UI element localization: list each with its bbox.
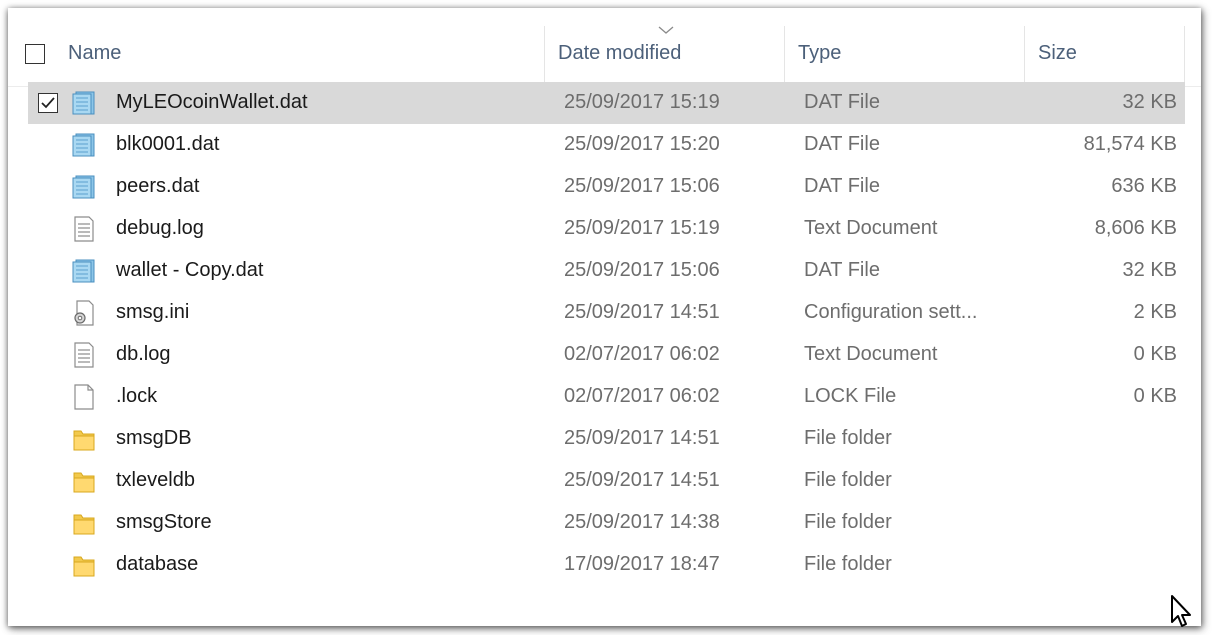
file-row[interactable]: database 17/09/2017 18:47 File folder [28, 544, 1185, 586]
text-document-icon [70, 341, 98, 369]
file-name: db.log [116, 343, 171, 365]
file-row[interactable]: smsgStore 25/09/2017 14:38 File folder [28, 502, 1185, 544]
folder-icon [70, 425, 98, 453]
date-modified: 02/07/2017 06:02 [564, 343, 720, 365]
file-type: DAT File [804, 259, 880, 281]
dat-file-icon [70, 173, 98, 201]
column-divider[interactable] [1184, 26, 1185, 86]
file-row[interactable]: smsg.ini 25/09/2017 14:51 Configuration se… [28, 292, 1185, 334]
file-name: smsg.ini [116, 301, 190, 323]
file-type: File folder [804, 511, 892, 533]
file-size: 2 KB [1133, 301, 1177, 323]
file-type: LOCK File [804, 385, 897, 407]
folder-icon [70, 467, 98, 495]
file-name: smsgDB [116, 427, 192, 449]
file-size: 8,606 KB [1094, 217, 1177, 239]
file-row[interactable]: smsgDB 25/09/2017 14:51 File folder [28, 418, 1185, 460]
checkmark-icon [41, 97, 55, 109]
file-name: peers.dat [116, 175, 200, 197]
column-divider[interactable] [1024, 26, 1025, 86]
folder-icon [70, 509, 98, 537]
text-document-icon [70, 215, 98, 243]
date-modified: 25/09/2017 15:06 [564, 259, 720, 281]
column-header-bar: Name Date modified Type Size [8, 18, 1201, 87]
file-size: 32 KB [1122, 91, 1177, 113]
date-modified: 25/09/2017 15:20 [564, 133, 720, 155]
file-row[interactable]: db.log 02/07/2017 06:02 Text Document 0 KB [28, 334, 1185, 376]
file-size: 0 KB [1133, 385, 1177, 407]
file-size: 636 KB [1111, 175, 1177, 197]
file-name: debug.log [116, 217, 204, 239]
column-divider[interactable] [544, 26, 545, 86]
folder-icon [70, 551, 98, 579]
dat-file-icon [70, 131, 98, 159]
date-modified: 25/09/2017 14:51 [564, 427, 720, 449]
file-list-panel: Name Date modified Type Size MyLEOcoinWa… [8, 8, 1201, 626]
file-row[interactable]: debug.log 25/09/2017 15:19 Text Document 8,… [28, 208, 1185, 250]
file-name: MyLEOcoinWallet.dat [116, 91, 308, 113]
sort-chevron-icon [658, 26, 674, 34]
file-type: DAT File [804, 175, 880, 197]
file-type: File folder [804, 553, 892, 575]
file-row[interactable]: MyLEOcoinWallet.dat 25/09/2017 15:19 DAT F… [28, 82, 1185, 124]
file-row[interactable]: blk0001.dat 25/09/2017 15:20 DAT File 81,57… [28, 124, 1185, 166]
date-modified: 25/09/2017 14:38 [564, 511, 720, 533]
file-name: smsgStore [116, 511, 212, 533]
file-row[interactable]: peers.dat 25/09/2017 15:06 DAT File 636 KB [28, 166, 1185, 208]
select-all-checkbox[interactable] [25, 44, 45, 64]
column-header-type[interactable]: Type [798, 42, 841, 65]
column-header-size[interactable]: Size [1038, 42, 1077, 65]
file-type: Text Document [804, 217, 938, 239]
mouse-cursor-icon [1171, 595, 1191, 627]
date-modified: 25/09/2017 14:51 [564, 301, 720, 323]
file-row[interactable]: txleveldb 25/09/2017 14:51 File folder [28, 460, 1185, 502]
date-modified: 02/07/2017 06:02 [564, 385, 720, 407]
row-checkbox[interactable] [38, 93, 58, 113]
file-type: File folder [804, 469, 892, 491]
blank-file-icon [70, 383, 98, 411]
file-name: wallet - Copy.dat [116, 259, 264, 281]
file-type: DAT File [804, 91, 880, 113]
file-name: txleveldb [116, 469, 195, 491]
file-name: .lock [116, 385, 158, 407]
dat-file-icon [70, 89, 98, 117]
date-modified: 25/09/2017 15:19 [564, 217, 720, 239]
file-size: 32 KB [1122, 259, 1177, 281]
file-size: 0 KB [1133, 343, 1177, 365]
file-type: Configuration sett... [804, 301, 978, 323]
file-name: blk0001.dat [116, 133, 220, 155]
file-name: database [116, 553, 199, 575]
date-modified: 25/09/2017 15:19 [564, 91, 720, 113]
date-modified: 25/09/2017 15:06 [564, 175, 720, 197]
column-header-name[interactable]: Name [68, 42, 121, 65]
file-size: 81,574 KB [1083, 133, 1177, 155]
file-row[interactable]: wallet - Copy.dat 25/09/2017 15:06 DAT Fil… [28, 250, 1185, 292]
dat-file-icon [70, 257, 98, 285]
file-type: DAT File [804, 133, 880, 155]
column-divider[interactable] [784, 26, 785, 86]
config-file-icon [70, 299, 98, 327]
file-type: File folder [804, 427, 892, 449]
date-modified: 17/09/2017 18:47 [564, 553, 720, 575]
date-modified: 25/09/2017 14:51 [564, 469, 720, 491]
file-type: Text Document [804, 343, 938, 365]
file-row[interactable]: .lock 02/07/2017 06:02 LOCK File 0 KB [28, 376, 1185, 418]
column-header-date[interactable]: Date modified [558, 42, 681, 65]
